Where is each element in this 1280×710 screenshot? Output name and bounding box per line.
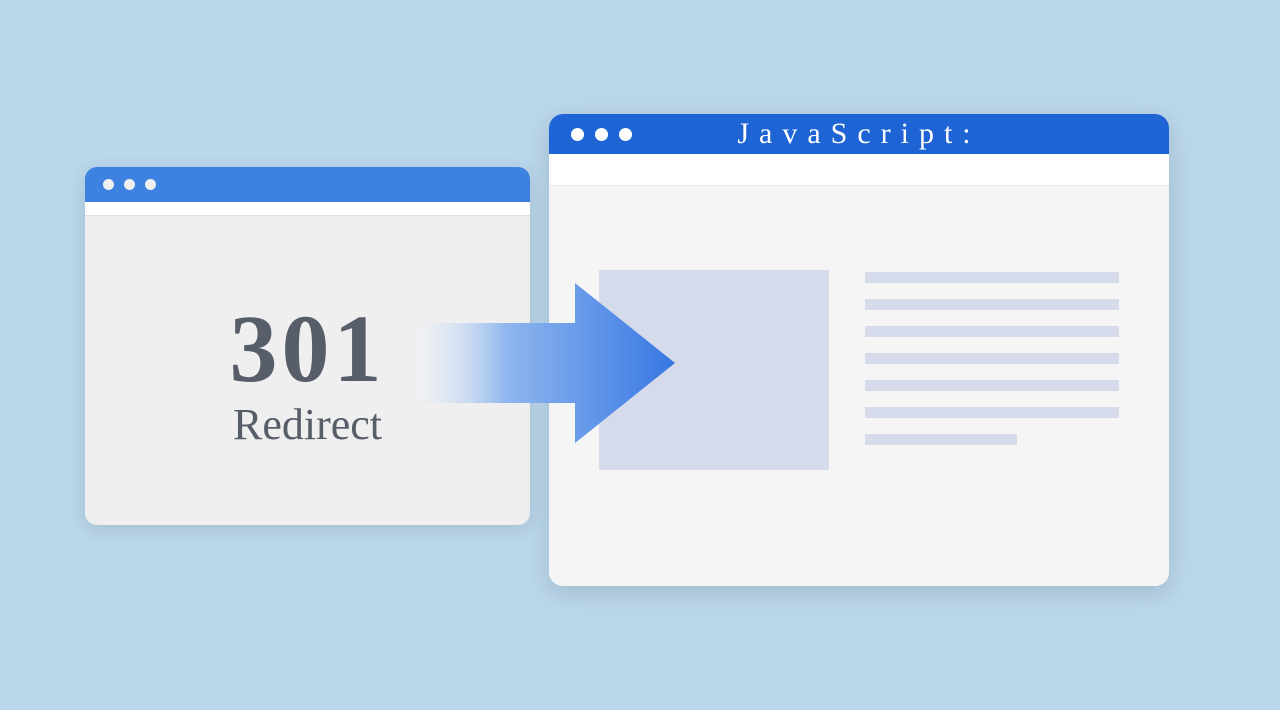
redirect-label: Redirect xyxy=(85,399,530,450)
window-controls xyxy=(571,128,632,141)
target-window-body xyxy=(549,186,1169,586)
window-control-dot-icon xyxy=(124,179,135,190)
window-control-dot-icon xyxy=(571,128,584,141)
redirect-status-code: 301 xyxy=(85,301,530,397)
window-control-dot-icon xyxy=(103,179,114,190)
target-window-titlebar: JavaScript: xyxy=(549,114,1169,154)
target-browser-window: JavaScript: xyxy=(549,114,1169,586)
placeholder-line xyxy=(865,380,1119,391)
target-window-toolbar xyxy=(549,154,1169,186)
placeholder-line xyxy=(865,272,1119,283)
image-placeholder xyxy=(599,270,829,470)
source-browser-window: 301 Redirect xyxy=(85,167,530,525)
target-window-title: JavaScript: xyxy=(549,117,1169,151)
window-control-dot-icon xyxy=(619,128,632,141)
source-window-titlebar xyxy=(85,167,530,202)
source-window-toolbar xyxy=(85,202,530,216)
placeholder-line xyxy=(865,326,1119,337)
placeholder-line xyxy=(865,434,1017,445)
placeholder-line xyxy=(865,353,1119,364)
window-control-dot-icon xyxy=(145,179,156,190)
placeholder-line xyxy=(865,407,1119,418)
text-placeholder-lines xyxy=(865,270,1119,546)
window-control-dot-icon xyxy=(595,128,608,141)
source-window-content: 301 Redirect xyxy=(85,216,530,450)
placeholder-line xyxy=(865,299,1119,310)
